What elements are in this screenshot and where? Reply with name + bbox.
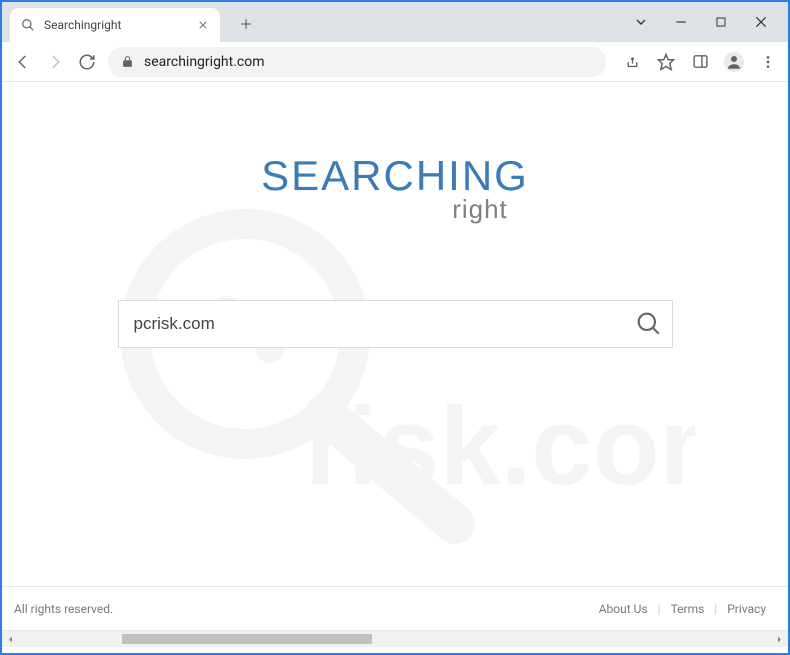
terms-link[interactable]: Terms [661, 602, 715, 616]
url-text: searchingright.com [144, 54, 265, 70]
menu-icon[interactable] [758, 52, 778, 72]
addressbar-actions [616, 52, 778, 72]
logo-main-text: SEARCHING [2, 152, 788, 200]
browser-tab[interactable]: Searchingright [10, 8, 220, 42]
minimize-button[interactable] [672, 13, 690, 31]
scroll-left-icon[interactable] [2, 631, 19, 648]
window-controls [632, 2, 780, 42]
sidepanel-icon[interactable] [690, 52, 710, 72]
browser-titlebar: Searchingright [2, 2, 788, 42]
chevron-down-icon[interactable] [632, 13, 650, 31]
search-input[interactable] [118, 300, 673, 348]
scrollbar-thumb[interactable] [122, 634, 372, 644]
page-content: risk.com SEARCHING right All rights rese… [2, 82, 788, 630]
footer-copyright: All rights reserved. [14, 602, 113, 616]
horizontal-scrollbar[interactable] [2, 630, 788, 647]
url-field[interactable]: searchingright.com [108, 47, 606, 77]
about-link[interactable]: About Us [589, 602, 658, 616]
maximize-button[interactable] [712, 13, 730, 31]
share-icon[interactable] [622, 52, 642, 72]
tab-title: Searchingright [44, 18, 188, 32]
footer-links: About Us | Terms | Privacy [589, 602, 776, 616]
browser-addressbar: searchingright.com [2, 42, 788, 82]
search-form [118, 300, 673, 348]
privacy-link[interactable]: Privacy [717, 602, 776, 616]
close-icon[interactable] [196, 18, 210, 32]
search-button[interactable] [633, 308, 665, 340]
page-footer: All rights reserved. About Us | Terms | … [2, 586, 788, 630]
close-window-button[interactable] [752, 13, 770, 31]
site-logo: SEARCHING right [2, 152, 788, 225]
search-icon [20, 17, 36, 33]
profile-button[interactable] [724, 52, 744, 72]
reload-button[interactable] [76, 51, 98, 73]
star-icon[interactable] [656, 52, 676, 72]
lock-icon [120, 55, 134, 69]
new-tab-button[interactable] [232, 10, 260, 38]
scroll-right-icon[interactable] [771, 631, 788, 648]
back-button[interactable] [12, 51, 34, 73]
forward-button[interactable] [44, 51, 66, 73]
